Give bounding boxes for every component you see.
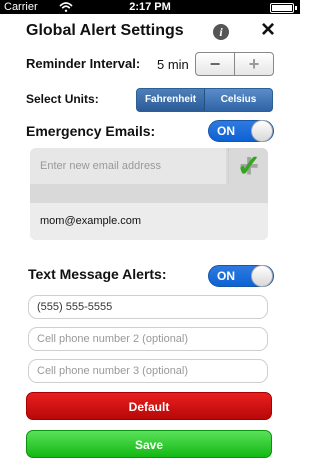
toggle-knob <box>251 120 273 142</box>
decrement-button[interactable]: − <box>196 53 234 75</box>
email-list-item[interactable]: mom@example.com <box>30 203 268 240</box>
phone-number-2-field[interactable]: Cell phone number 2 (optional) <box>28 327 268 351</box>
increment-button[interactable]: + <box>234 53 273 75</box>
phone-number-1-field[interactable]: (555) 555-5555 <box>28 295 268 319</box>
phone-number-3-field[interactable]: Cell phone number 3 (optional) <box>28 359 268 383</box>
fahrenheit-option[interactable]: Fahrenheit <box>137 89 204 111</box>
status-bar: Carrier 2:17 PM <box>0 0 300 14</box>
units-segmented-control[interactable]: Fahrenheit Celsius <box>136 88 273 112</box>
units-label: Select Units: <box>26 92 99 106</box>
battery-icon <box>270 3 297 13</box>
sms-toggle-text: ON <box>217 269 235 283</box>
celsius-option[interactable]: Celsius <box>204 89 272 111</box>
close-icon[interactable]: × <box>258 18 278 42</box>
toggle-knob <box>251 265 273 287</box>
time-label: 2:17 PM <box>129 1 171 13</box>
emergency-toggle-text: ON <box>217 124 235 138</box>
reminder-interval-value: 5 min <box>157 57 189 72</box>
check-icon: ✓ <box>228 150 269 183</box>
save-button[interactable]: Save <box>26 430 272 458</box>
info-icon[interactable]: i <box>213 24 229 40</box>
reminder-interval-label: Reminder Interval: <box>26 56 141 71</box>
email-list: Enter new email address + mom@example.co… <box>30 148 268 240</box>
alert-settings-panel: Global Alert Settings i × Reminder Inter… <box>18 14 282 470</box>
emergency-emails-toggle[interactable]: ON <box>208 120 274 142</box>
default-button[interactable]: Default <box>26 392 272 420</box>
page-title: Global Alert Settings <box>26 22 184 39</box>
reminder-interval-stepper[interactable]: − + <box>195 52 274 76</box>
text-alerts-toggle[interactable]: ON <box>208 265 274 287</box>
new-email-input[interactable]: Enter new email address <box>30 148 226 184</box>
emergency-emails-label: Emergency Emails: <box>26 123 156 139</box>
text-alerts-label: Text Message Alerts: <box>28 266 167 282</box>
